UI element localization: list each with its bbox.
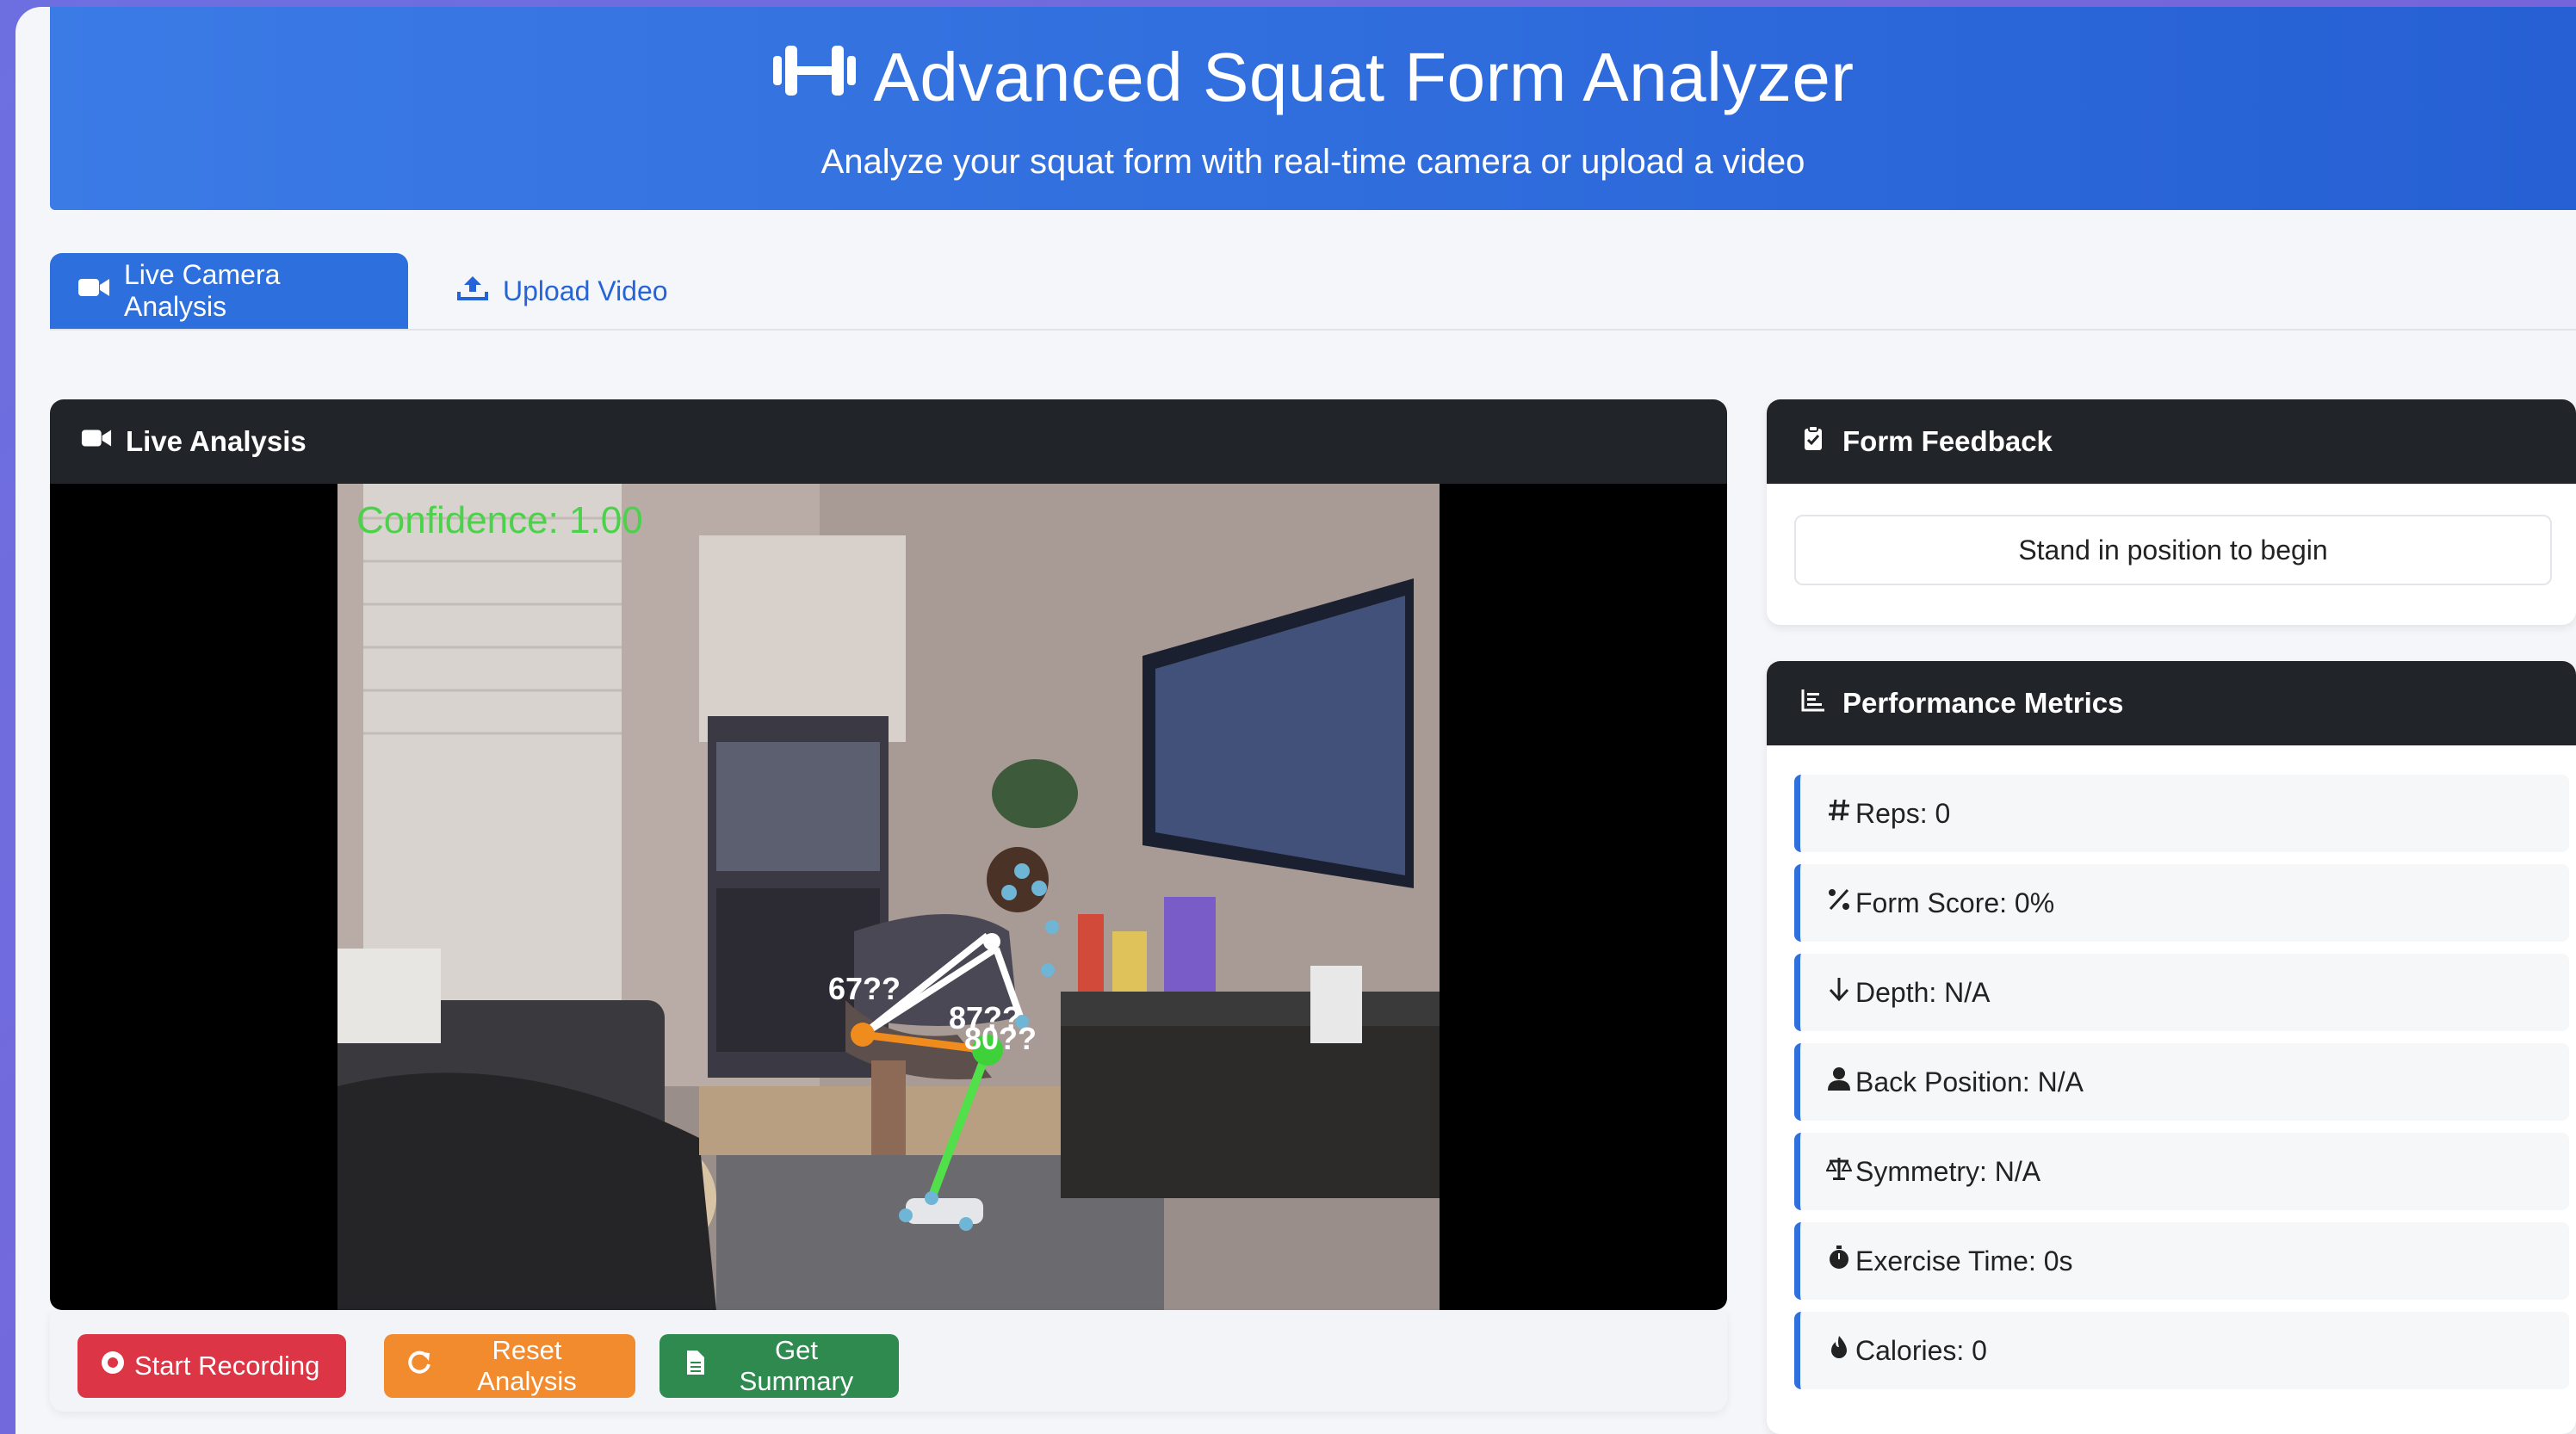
balance-scale-icon bbox=[1825, 1155, 1855, 1188]
file-icon bbox=[682, 1350, 708, 1382]
page-subtitle: Analyze your squat form with real-time c… bbox=[820, 143, 1805, 181]
performance-metrics-title: Performance Metrics bbox=[1842, 687, 2124, 719]
chart-bar-icon bbox=[1798, 687, 1829, 720]
confidence-overlay: Confidence: 1.00 bbox=[356, 499, 643, 541]
tab-upload-video[interactable]: Upload Video bbox=[429, 253, 696, 329]
metric-symmetry-label: Symmetry: N/A bbox=[1855, 1155, 2041, 1187]
metric-back-position: Back Position: N/A bbox=[1794, 1043, 2569, 1121]
metric-back-position-label: Back Position: N/A bbox=[1855, 1066, 2084, 1097]
get-summary-label: Get Summary bbox=[739, 1335, 854, 1396]
tab-bar: Live Camera Analysis Upload Video bbox=[50, 253, 2576, 331]
metric-reps: Reps: 0 bbox=[1794, 775, 2569, 852]
angle-label-knee-right: 80?? bbox=[964, 1021, 1037, 1056]
page-title-text: Advanced Squat Form Analyzer bbox=[873, 39, 1855, 115]
live-analysis-title: Live Analysis bbox=[126, 425, 307, 457]
metric-depth-label: Depth: N/A bbox=[1855, 976, 1991, 1008]
start-recording-button[interactable]: Start Recording bbox=[77, 1334, 346, 1398]
get-summary-button[interactable]: Get Summary bbox=[659, 1334, 899, 1398]
camera-feed: Confidence: 1.00 67?? 87?? 80?? bbox=[50, 484, 1727, 1310]
metric-exercise-time-label: Exercise Time: 0s bbox=[1855, 1245, 2073, 1276]
form-feedback-header: Form Feedback bbox=[1767, 399, 2576, 484]
performance-metrics-card: Performance Metrics Reps: 0 Form Score: … bbox=[1767, 661, 2576, 1434]
video-icon bbox=[81, 425, 112, 458]
tab-live-camera-label: Live Camera Analysis bbox=[124, 259, 281, 322]
metric-form-score: Form Score: 0% bbox=[1794, 864, 2569, 942]
live-analysis-header: Live Analysis bbox=[50, 399, 1727, 484]
metric-symmetry: Symmetry: N/A bbox=[1794, 1133, 2569, 1210]
app-window: Advanced Squat Form Analyzer Analyze you… bbox=[15, 7, 2576, 1434]
percent-icon bbox=[1826, 887, 1855, 919]
metric-reps-label: Reps: 0 bbox=[1855, 797, 1951, 829]
camera-frame: Confidence: 1.00 67?? 87?? 80?? bbox=[337, 484, 1440, 1310]
metric-exercise-time: Exercise Time: 0s bbox=[1794, 1222, 2569, 1300]
arrow-down-icon bbox=[1826, 976, 1855, 1009]
camera-scene bbox=[337, 484, 1440, 1310]
user-icon bbox=[1826, 1066, 1855, 1098]
fire-icon bbox=[1826, 1334, 1855, 1367]
metric-calories-label: Calories: 0 bbox=[1855, 1334, 1987, 1366]
feedback-message: Stand in position to begin bbox=[1794, 515, 2552, 585]
page-title: Advanced Squat Form Analyzer bbox=[50, 38, 2576, 117]
metric-depth: Depth: N/A bbox=[1794, 954, 2569, 1031]
recording-controls: Start Recording Reset Analysis Get Summa… bbox=[50, 1310, 1727, 1412]
redo-icon bbox=[406, 1350, 432, 1382]
form-feedback-title: Form Feedback bbox=[1842, 425, 2053, 457]
stopwatch-icon bbox=[1826, 1245, 1855, 1277]
upload-icon bbox=[456, 275, 489, 307]
metric-calories: Calories: 0 bbox=[1794, 1312, 2569, 1389]
record-icon bbox=[100, 1350, 126, 1382]
app-header: Advanced Squat Form Analyzer Analyze you… bbox=[50, 7, 2576, 210]
metric-form-score-label: Form Score: 0% bbox=[1855, 887, 2055, 918]
angle-label-hip: 67?? bbox=[828, 971, 901, 1006]
dumbbell-icon bbox=[771, 38, 858, 117]
hashtag-icon bbox=[1826, 797, 1855, 830]
form-feedback-card: Form Feedback Stand in position to begin bbox=[1767, 399, 2576, 625]
tab-upload-video-label: Upload Video bbox=[503, 275, 668, 306]
reset-analysis-label: Reset Analysis bbox=[477, 1335, 577, 1396]
start-recording-label: Start Recording bbox=[134, 1351, 320, 1381]
reset-analysis-button[interactable]: Reset Analysis bbox=[384, 1334, 635, 1398]
performance-metrics-header: Performance Metrics bbox=[1767, 661, 2576, 745]
tab-live-camera[interactable]: Live Camera Analysis bbox=[50, 253, 408, 329]
clipboard-check-icon bbox=[1798, 425, 1829, 458]
video-icon bbox=[77, 275, 110, 307]
